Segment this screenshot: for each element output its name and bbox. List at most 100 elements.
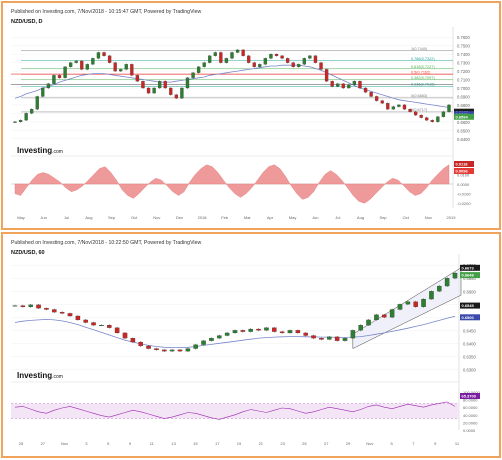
candle-body — [389, 309, 395, 318]
candle-body — [297, 64, 301, 67]
candle-body — [327, 336, 332, 340]
candle-body — [124, 64, 128, 70]
price-axis-label: 0.6500 — [457, 128, 470, 133]
candle-body — [374, 314, 379, 321]
candle-body — [380, 100, 384, 104]
candle-body — [330, 81, 334, 87]
fib-level-label: 0(0.6883) — [411, 94, 428, 98]
indicator-axis-label: 20.0000 — [463, 420, 478, 425]
candle-body — [375, 96, 379, 101]
indicator-tag-label: 0.0096 — [456, 169, 469, 174]
candle-body — [119, 69, 123, 72]
time-axis-label: Jun — [312, 215, 318, 220]
time-axis-label: 17 — [215, 441, 220, 446]
candle-body — [391, 106, 395, 110]
time-axis-label: 15 — [193, 441, 198, 446]
candle-body — [235, 49, 240, 53]
candle-body — [358, 325, 363, 331]
candle-body — [191, 72, 195, 78]
candle-body — [287, 330, 293, 334]
candle-body — [303, 332, 308, 336]
candle-body — [130, 338, 136, 343]
candle-body — [256, 328, 261, 331]
candle-body — [232, 330, 238, 334]
time-axis-label: Aug — [357, 215, 364, 220]
price-tag-label: 0.6594 — [456, 114, 469, 119]
candle-body — [59, 311, 65, 314]
candle-body — [141, 81, 145, 89]
indicator-axis-label: -0.0200 — [457, 201, 471, 206]
candle-body — [258, 64, 262, 67]
candle-body — [241, 49, 245, 56]
time-axis-label: 13 — [171, 441, 176, 446]
price-axis-label: 0.7500 — [457, 44, 470, 49]
candle-body — [107, 55, 112, 63]
price-axis-label: 0.6900 — [457, 94, 470, 99]
price-axis-label: 0.6800 — [457, 103, 470, 108]
candle-body — [85, 64, 89, 70]
indicator-tag-label: 0.0118 — [456, 162, 469, 167]
price-axis-label: 0.7600 — [457, 35, 470, 40]
candle-body — [96, 52, 101, 59]
time-axis-label: Dec — [176, 215, 183, 220]
candle-body — [24, 113, 28, 121]
price-axis-label: 0.6600 — [457, 120, 470, 125]
candle-body — [146, 87, 151, 94]
daily-chart-panel: Published on Investing.com, 7/Nov/2018 -… — [1, 1, 501, 230]
candle-body — [272, 327, 277, 332]
indicator-axis-label: 0.0000 — [463, 428, 476, 433]
time-axis-label: 9 — [129, 441, 132, 446]
candle-body — [80, 60, 84, 70]
candle-body — [402, 104, 407, 110]
candle-body — [209, 338, 214, 341]
candle-body — [28, 304, 33, 307]
hourly-chart-panel: Published on Investing.com, 7/Nov/2018 -… — [1, 232, 501, 458]
time-axis-label: 9 — [434, 441, 437, 446]
time-axis-label: Sep — [108, 215, 116, 220]
price-axis-label: 0.7300 — [457, 61, 470, 66]
fib-level-label: 0.618(0.7227) — [411, 65, 435, 69]
published-header: Published on Investing.com, 7/Nov/2018 -… — [11, 9, 201, 15]
candle-body — [113, 62, 117, 72]
candle-body — [350, 330, 356, 339]
candle-body — [252, 62, 256, 67]
candle-body — [444, 278, 450, 287]
candle-body — [217, 335, 222, 339]
time-axis-label: 21 — [259, 441, 264, 446]
time-axis-label: 5 — [390, 441, 393, 446]
time-axis-label: 27 — [324, 441, 329, 446]
price-axis-label: 0.6400 — [463, 341, 476, 346]
candle-body — [279, 331, 285, 334]
time-axis-label: 29 — [346, 441, 351, 446]
candle-body — [419, 114, 423, 118]
candle-body — [114, 327, 120, 334]
time-axis-label: 25 — [302, 441, 307, 446]
price-tag-label: 0.6500 — [462, 315, 475, 320]
fib-level-label: 0.5(0.7162) — [411, 70, 431, 74]
time-axis-label: Apr — [267, 215, 274, 220]
candle-body — [311, 335, 316, 339]
candle-body — [429, 291, 434, 300]
investing-logo: Investing.com — [17, 146, 63, 155]
time-axis-label: Feb — [221, 215, 229, 220]
candle-body — [152, 87, 156, 94]
candle-body — [240, 330, 246, 332]
price-axis-label: 0.7100 — [457, 78, 470, 83]
candle-body — [83, 319, 88, 323]
candle-body — [247, 55, 251, 63]
hourly-chart-svg: Published on Investing.com, 7/Nov/2018 -… — [11, 240, 480, 446]
time-axis-label: Nov — [61, 441, 68, 446]
price-axis-label: 0.6400 — [457, 137, 470, 142]
time-axis-label: 5 — [107, 441, 110, 446]
price-tag-label: 0.6545 — [462, 303, 475, 308]
price-axis-label: 0.6450 — [463, 328, 476, 333]
fib-level-label: 1(0.7440) — [411, 47, 428, 51]
candle-body — [185, 77, 190, 89]
candle-body — [352, 81, 357, 85]
price-axis-label: 0.7200 — [457, 69, 470, 74]
indicator-tag-label: 65.3700 — [462, 394, 477, 399]
indicator-axis-label: 40.0000 — [463, 413, 478, 418]
candle-body — [342, 338, 348, 341]
candle-body — [12, 305, 18, 307]
candle-body — [308, 55, 312, 59]
